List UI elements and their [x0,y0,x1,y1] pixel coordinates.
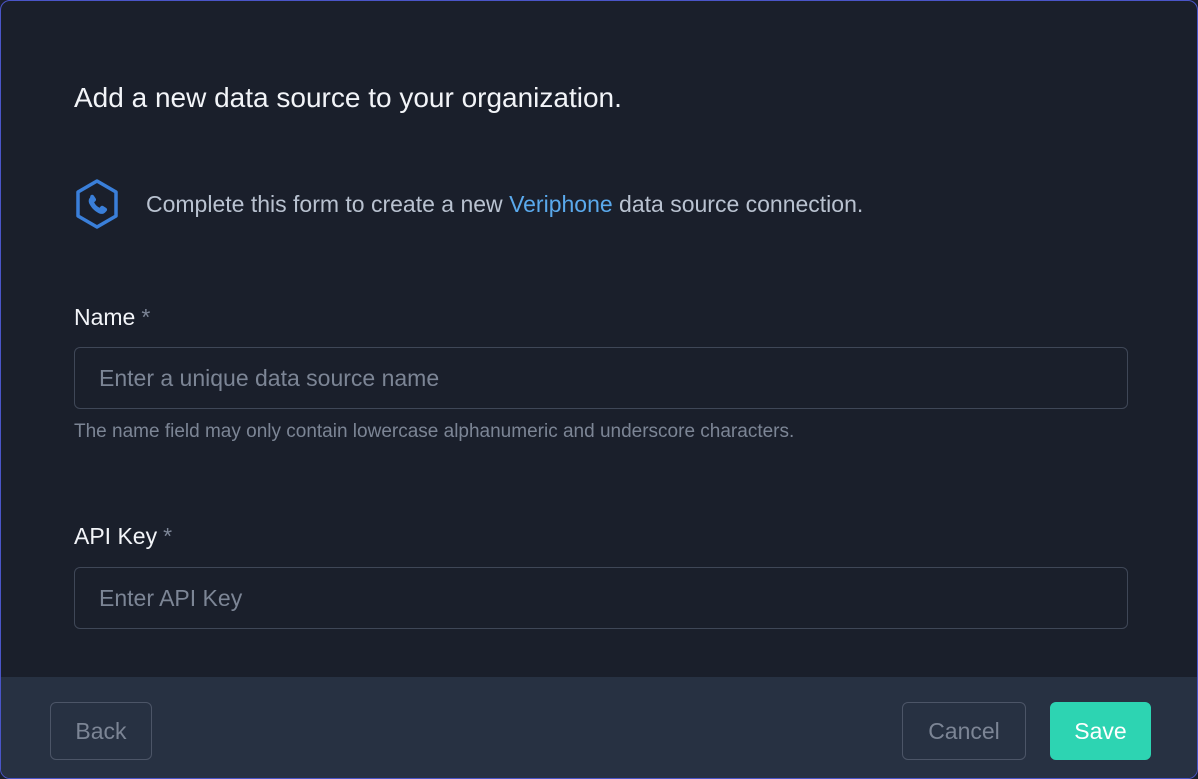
api-key-field-label: API Key * [74,522,172,550]
description-prefix: Complete this form to create a new [146,190,510,217]
required-asterisk: * [141,304,151,330]
add-data-source-dialog: Add a new data source to your organizati… [0,0,1198,779]
name-help-text: The name field may only contain lowercas… [74,421,795,442]
back-button[interactable]: Back [50,702,152,760]
name-field-label: Name * [74,303,150,331]
dialog-title: Add a new data source to your organizati… [74,82,622,113]
description-suffix: data source connection. [612,190,864,217]
api-key-input[interactable] [74,567,1128,629]
save-button[interactable]: Save [1050,702,1151,760]
name-input[interactable] [74,347,1128,409]
cancel-button[interactable]: Cancel [902,702,1026,760]
veriphone-link[interactable]: Veriphone [509,191,613,217]
dialog-description: Complete this form to create a new Verip… [146,191,863,218]
name-label-text: Name [74,304,136,330]
dialog-footer: Back Cancel Save [1,677,1197,778]
veriphone-phone-hex-icon [76,179,118,229]
required-asterisk: * [163,523,173,549]
api-key-label-text: API Key [74,523,158,549]
data-source-info: Complete this form to create a new Verip… [74,178,863,230]
